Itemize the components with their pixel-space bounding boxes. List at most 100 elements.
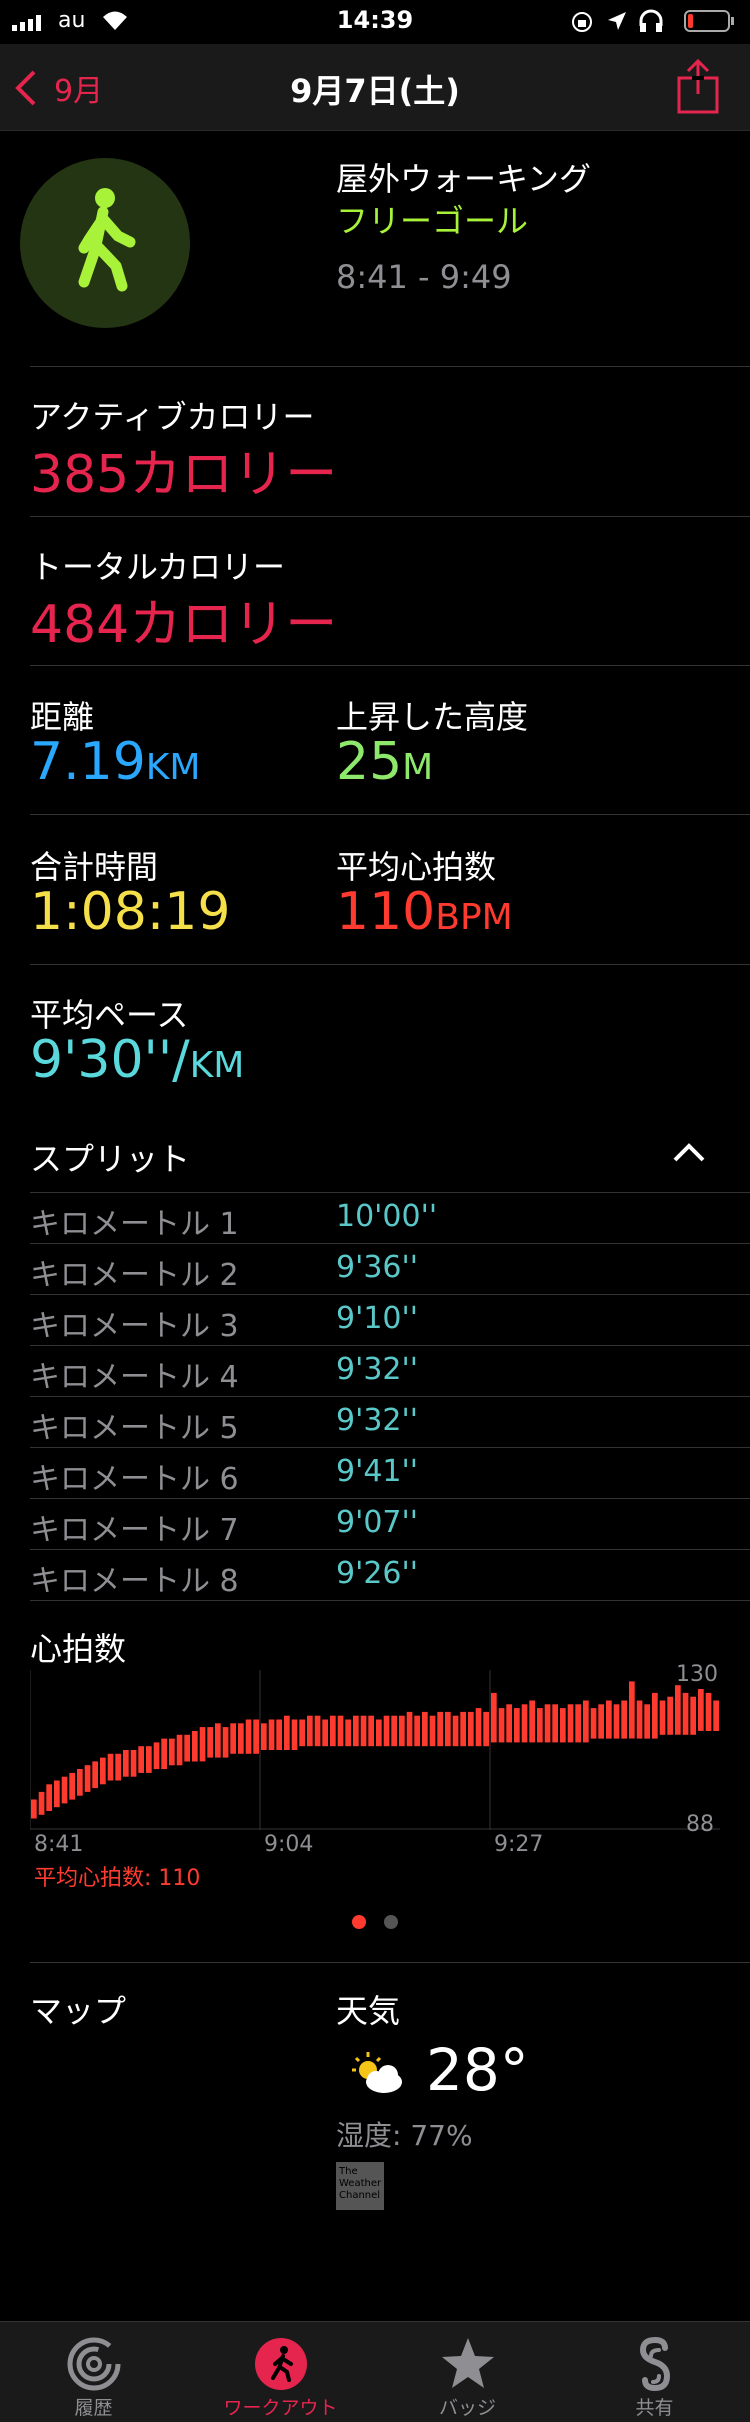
split-row: キロメートル 2 9'36'' bbox=[30, 1244, 750, 1295]
headphones-icon bbox=[638, 8, 664, 40]
workout-name: 屋外ウォーキング bbox=[336, 160, 592, 198]
heart-rate-bar bbox=[268, 1719, 275, 1750]
map-title: マップ bbox=[30, 1992, 127, 2030]
total-calories-value: 484カロリー bbox=[30, 595, 338, 655]
split-label: キロメートル 1 bbox=[30, 1207, 239, 1242]
split-label: キロメートル 3 bbox=[30, 1309, 239, 1344]
heart-rate-bar bbox=[31, 1799, 37, 1819]
split-row: キロメートル 7 9'07'' bbox=[30, 1499, 750, 1550]
distance-unit: KM bbox=[145, 747, 201, 788]
heart-rate-bar bbox=[460, 1711, 466, 1747]
heart-rate-bar bbox=[537, 1708, 543, 1743]
heart-rate-bar bbox=[291, 1719, 298, 1750]
split-row: キロメートル 1 10'00'' bbox=[30, 1193, 750, 1244]
heart-rate-bar bbox=[322, 1719, 328, 1747]
weather-humidity: 湿度: 77% bbox=[336, 2119, 473, 2152]
heart-rate-bar bbox=[238, 1723, 244, 1754]
heart-rate-bar bbox=[207, 1727, 213, 1758]
split-pace: 9'10'' bbox=[336, 1301, 419, 1336]
heart-rate-bar bbox=[567, 1704, 574, 1743]
page-dot[interactable] bbox=[384, 1915, 398, 1929]
split-pace: 9'32'' bbox=[336, 1352, 419, 1387]
active-calories-value: 385カロリー bbox=[30, 445, 338, 505]
heart-rate-bar bbox=[445, 1711, 451, 1747]
divider bbox=[30, 366, 750, 367]
heart-rate-bar bbox=[437, 1711, 443, 1747]
workout-runner-icon bbox=[255, 2338, 307, 2390]
heart-rate-bar bbox=[598, 1704, 604, 1739]
heart-rate-bar bbox=[590, 1708, 597, 1739]
heart-rate-bar bbox=[184, 1734, 190, 1762]
share-button[interactable] bbox=[676, 58, 720, 118]
heart-rate-bar bbox=[314, 1715, 321, 1747]
heart-rate-bar bbox=[276, 1719, 282, 1750]
heart-rate-bar bbox=[429, 1715, 436, 1747]
heart-rate-bar bbox=[123, 1750, 129, 1777]
tab-workout[interactable]: ワークアウト bbox=[187, 2322, 374, 2422]
heart-rate-bar bbox=[61, 1776, 68, 1804]
heart-rate-bar bbox=[498, 1708, 505, 1743]
badge-star-icon bbox=[442, 2338, 494, 2388]
heart-rate-bar bbox=[130, 1750, 137, 1777]
heart-rate-bar bbox=[414, 1715, 420, 1747]
heart-rate-bar bbox=[491, 1692, 497, 1743]
collapse-splits-button[interactable] bbox=[672, 1140, 706, 1168]
heart-rate-bar bbox=[644, 1704, 650, 1739]
heart-rate-bar bbox=[383, 1715, 390, 1747]
chart-y-max-label: 130 bbox=[676, 1662, 718, 1687]
heart-rate-bar bbox=[38, 1791, 45, 1815]
chart-y-min-label: 88 bbox=[686, 1812, 714, 1837]
heart-rate-bar bbox=[261, 1723, 267, 1750]
tab-history[interactable]: 履歴 bbox=[0, 2322, 187, 2422]
elevation-unit: M bbox=[402, 747, 434, 788]
divider bbox=[30, 814, 750, 815]
divider bbox=[30, 1962, 750, 1963]
heart-rate-bar bbox=[705, 1692, 712, 1731]
page-title: 9月7日(土) bbox=[290, 72, 460, 110]
heart-rate-bar bbox=[138, 1746, 144, 1773]
avg-heart-rate-value: 110BPM bbox=[336, 882, 513, 942]
split-pace: 9'26'' bbox=[336, 1556, 419, 1591]
heart-rate-bar bbox=[84, 1765, 91, 1792]
chart-x-label: 9:27 bbox=[494, 1832, 544, 1857]
tab-sharing[interactable]: 共有 bbox=[561, 2322, 748, 2422]
heart-rate-bar bbox=[406, 1711, 413, 1747]
divider bbox=[30, 964, 750, 965]
split-row: キロメートル 4 9'32'' bbox=[30, 1346, 750, 1397]
workout-goal: フリーゴール bbox=[336, 202, 529, 240]
split-pace: 9'07'' bbox=[336, 1505, 419, 1540]
page-dot-active[interactable] bbox=[352, 1915, 366, 1929]
heart-rate-bar bbox=[629, 1681, 635, 1739]
heart-rate-chart bbox=[29, 1670, 720, 1830]
heart-rate-bar bbox=[161, 1738, 167, 1770]
heart-rate-bar bbox=[176, 1734, 183, 1766]
share-icon bbox=[677, 58, 719, 114]
heart-rate-bar bbox=[54, 1780, 60, 1808]
split-pace: 10'00'' bbox=[336, 1199, 438, 1234]
avg-heart-rate-caption: 平均心拍数: 110 bbox=[34, 1866, 201, 1891]
heart-rate-bar bbox=[483, 1711, 489, 1747]
partly-cloudy-icon bbox=[346, 2050, 406, 2100]
heart-rate-bar bbox=[330, 1715, 336, 1747]
heart-rate-bar bbox=[667, 1696, 673, 1735]
split-label: キロメートル 4 bbox=[30, 1360, 239, 1395]
heart-rate-bar bbox=[613, 1704, 620, 1739]
heart-rate-bar bbox=[245, 1719, 252, 1754]
walking-activity-icon bbox=[20, 158, 190, 328]
heart-rate-bar bbox=[529, 1700, 535, 1743]
heart-rate-bar bbox=[92, 1761, 98, 1789]
heart-rate-bar bbox=[621, 1700, 627, 1739]
sharing-icon bbox=[639, 2336, 671, 2392]
splits-title: スプリット bbox=[30, 1140, 191, 1178]
heart-rate-bar bbox=[199, 1727, 206, 1762]
weather-channel-logo: The Weather Channel bbox=[336, 2162, 384, 2210]
tab-label: 共有 bbox=[635, 2397, 674, 2419]
tab-label: バッジ bbox=[438, 2397, 496, 2419]
heart-rate-bar bbox=[192, 1731, 198, 1762]
chart-x-label: 8:41 bbox=[34, 1832, 84, 1857]
heart-rate-bar bbox=[675, 1685, 681, 1735]
heart-rate-bar bbox=[230, 1723, 236, 1754]
heart-rate-bar bbox=[337, 1715, 344, 1747]
tab-badges[interactable]: バッジ bbox=[374, 2322, 561, 2422]
split-pace: 9'36'' bbox=[336, 1250, 419, 1285]
